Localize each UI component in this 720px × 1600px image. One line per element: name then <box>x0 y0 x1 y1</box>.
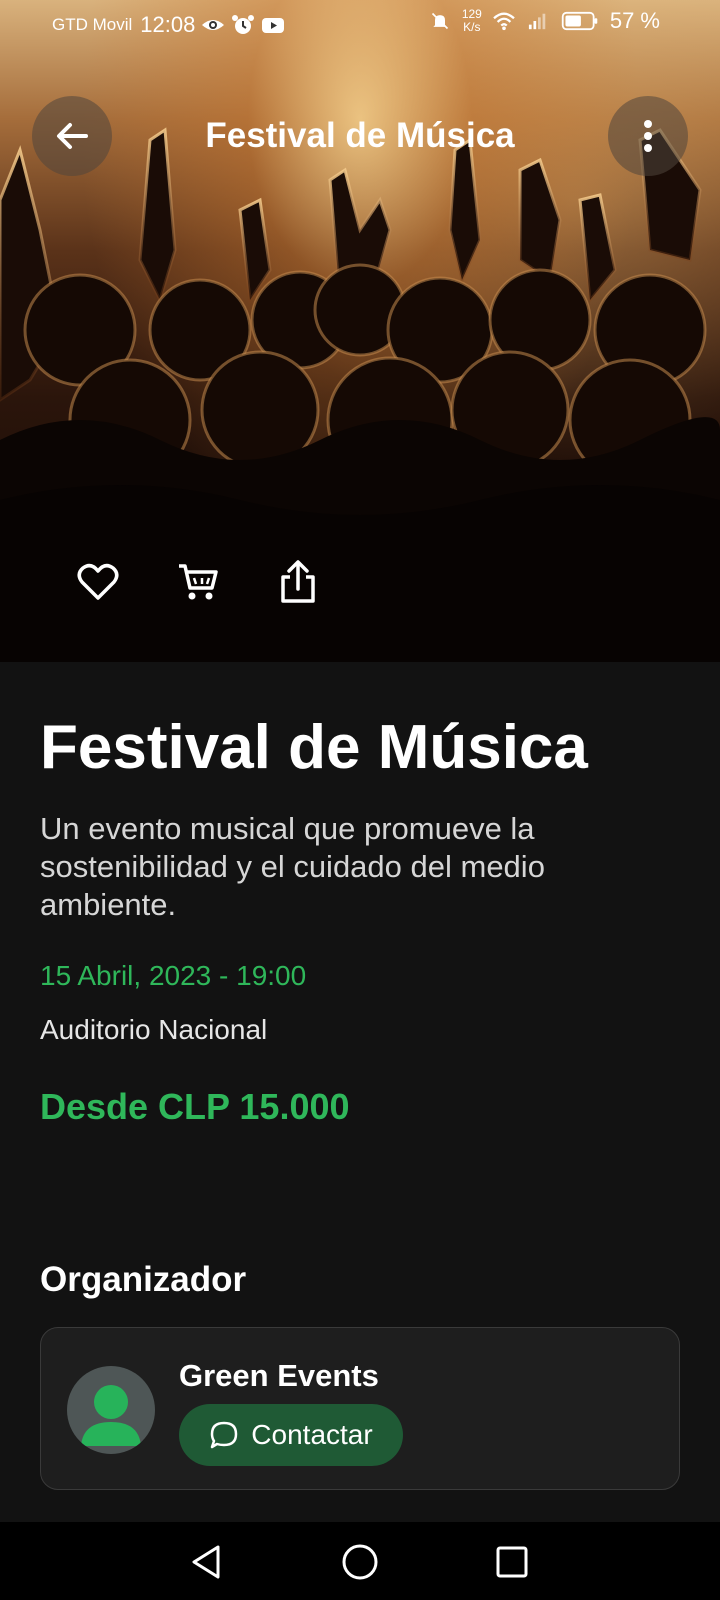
organizer-card[interactable]: Green Events Contactar <box>40 1327 680 1490</box>
home-circle-icon <box>342 1544 378 1580</box>
event-venue: Auditorio Nacional <box>40 1014 268 1045</box>
favorite-button[interactable] <box>76 560 120 604</box>
top-app-bar: Festival de Música <box>0 96 720 176</box>
cart-icon <box>179 564 218 600</box>
more-vertical-icon <box>644 120 652 152</box>
nav-back-button[interactable] <box>184 1540 228 1584</box>
page-title: Festival de Música <box>205 116 515 155</box>
person-icon <box>81 1385 141 1446</box>
organizer-name: Green Events <box>179 1358 379 1393</box>
organizer-heading: Organizador <box>40 1260 247 1299</box>
share-icon <box>281 560 315 603</box>
nav-recents-button[interactable] <box>490 1540 534 1584</box>
contact-button[interactable]: Contactar <box>179 1404 403 1466</box>
event-price: Desde CLP 15.000 <box>40 1086 350 1127</box>
share-button[interactable] <box>276 560 320 604</box>
contact-button-label: Contactar <box>251 1419 373 1450</box>
more-options-button[interactable] <box>608 96 688 176</box>
signal-icon <box>528 13 546 30</box>
back-triangle-icon <box>192 1545 220 1579</box>
event-datetime: 15 Abril, 2023 - 19:00 <box>40 960 307 991</box>
bell-off-icon <box>431 12 448 30</box>
avatar <box>67 1366 155 1454</box>
event-description: Un evento musical que promueve la sosten… <box>40 811 545 922</box>
system-nav-bar <box>0 1522 720 1600</box>
back-button[interactable] <box>32 96 112 176</box>
alarm-icon <box>232 15 255 34</box>
nav-home-button[interactable] <box>338 1540 382 1584</box>
battery-percent: 57 % <box>609 8 660 33</box>
hero-actions <box>76 560 320 604</box>
arrow-left-icon <box>57 123 88 149</box>
cart-button[interactable] <box>176 560 220 604</box>
heart-icon <box>77 563 119 600</box>
network-speed-unit: K/s <box>463 20 481 34</box>
event-title: Festival de Música <box>40 713 588 782</box>
battery-icon <box>561 11 598 31</box>
chat-bubble-icon <box>211 1421 238 1449</box>
recents-square-icon <box>496 1546 528 1578</box>
status-time: 12:08 <box>140 12 196 37</box>
youtube-icon <box>262 18 285 33</box>
network-speed: 129 K/s <box>462 8 482 34</box>
eye-icon <box>202 20 225 30</box>
wifi-icon <box>493 12 515 31</box>
carrier-name: GTD Movil <box>52 15 133 34</box>
status-bar: GTD Movil 12:08 129 K/s 57 % <box>0 0 720 48</box>
